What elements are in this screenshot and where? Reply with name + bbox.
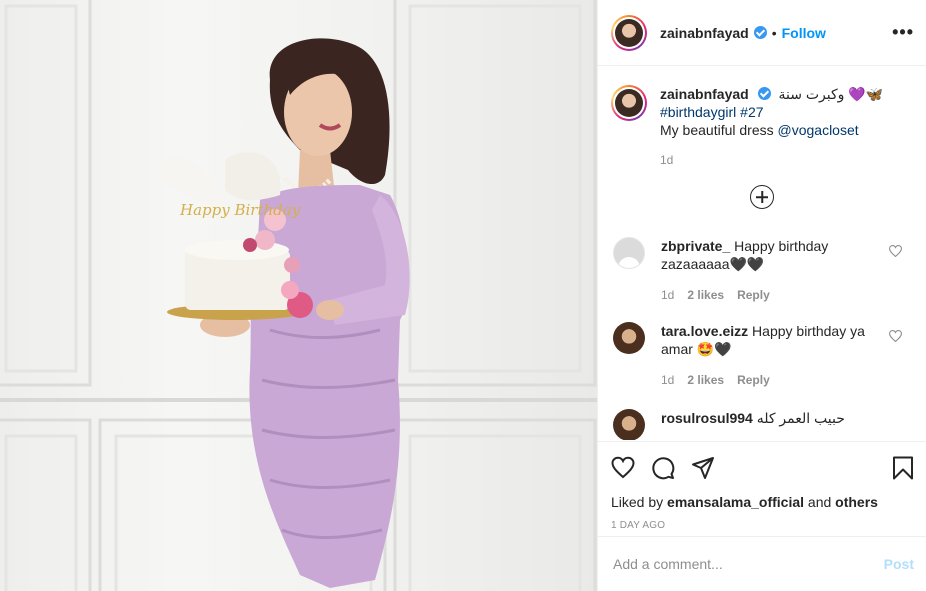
cake-topper-text: Happy Birthday bbox=[179, 201, 301, 219]
caption-arabic: وكبرت سنة bbox=[778, 86, 845, 102]
comment-item: zbprivate_ Happy birthday zazaaaaaa🖤🖤 1d… bbox=[598, 237, 926, 304]
comment-likes[interactable]: 2 likes bbox=[687, 288, 724, 302]
comment-item: rosulrosul994 حبيب العمر كله bbox=[598, 409, 926, 440]
verified-icon bbox=[753, 26, 767, 39]
author-avatar[interactable] bbox=[611, 14, 647, 51]
caption-mention[interactable]: @vogacloset bbox=[778, 122, 859, 138]
add-comment-bar: Add a comment... Post bbox=[598, 536, 926, 591]
caption-username[interactable]: zainabnfayad bbox=[660, 86, 749, 102]
caption-time[interactable]: 1d bbox=[660, 151, 883, 169]
reply-button[interactable]: Reply bbox=[737, 288, 770, 302]
author-username[interactable]: zainabnfayad bbox=[660, 25, 749, 41]
liked-by-prefix: Liked by bbox=[611, 494, 668, 510]
post-comment-button[interactable]: Post bbox=[884, 556, 914, 572]
photo-avatar[interactable] bbox=[613, 409, 645, 440]
load-more-comments-icon[interactable] bbox=[750, 185, 774, 209]
comment-time[interactable]: 1d bbox=[661, 288, 674, 302]
post-header: zainabnfayad • Follow ••• bbox=[598, 0, 926, 66]
comment-username[interactable]: rosulrosul994 bbox=[661, 410, 753, 426]
like-comment-heart-icon[interactable] bbox=[889, 330, 902, 342]
post-actions: Liked by emansalama_official and others … bbox=[598, 441, 926, 535]
photo-avatar[interactable] bbox=[613, 322, 645, 354]
share-send-icon[interactable] bbox=[691, 456, 715, 480]
more-options-icon[interactable]: ••• bbox=[892, 22, 914, 43]
caption-avatar[interactable] bbox=[611, 85, 647, 121]
caption-dress-text: My beautiful dress bbox=[660, 122, 778, 138]
like-heart-icon[interactable] bbox=[611, 456, 635, 480]
comment-username[interactable]: tara.love.eizz bbox=[661, 323, 748, 339]
liked-by-user[interactable]: emansalama_official bbox=[667, 494, 804, 510]
comment-text: حبيب العمر كله bbox=[756, 410, 845, 426]
liked-by-text: Liked by emansalama_official and others bbox=[611, 494, 914, 510]
post-side-panel: zainabnfayad • Follow ••• zainabnfayad و… bbox=[597, 0, 926, 591]
comments-scroll-area[interactable]: zainabnfayad وكبرت سنة 💜🦋 #birthdaygirl … bbox=[598, 67, 926, 440]
caption-hashtags[interactable]: #birthdaygirl #27 bbox=[660, 104, 764, 120]
follow-button[interactable]: Follow bbox=[782, 25, 826, 41]
add-comment-input[interactable]: Add a comment... bbox=[613, 556, 723, 572]
caption-emojis: 💜🦋 bbox=[848, 86, 884, 102]
like-comment-heart-icon[interactable] bbox=[889, 245, 902, 257]
comment-time[interactable]: 1d bbox=[661, 373, 674, 387]
liked-by-and: and bbox=[804, 494, 836, 510]
post-photo[interactable]: Happy Birthday bbox=[0, 0, 597, 591]
reply-button[interactable]: Reply bbox=[737, 373, 770, 387]
comment-username[interactable]: zbprivate_ bbox=[661, 238, 730, 254]
separator-dot: • bbox=[771, 24, 777, 41]
post-caption: zainabnfayad وكبرت سنة 💜🦋 #birthdaygirl … bbox=[598, 67, 926, 169]
default-avatar[interactable] bbox=[613, 237, 645, 269]
photo-illustration: Happy Birthday bbox=[0, 0, 597, 591]
bookmark-icon[interactable] bbox=[892, 456, 914, 480]
instagram-post: Happy Birthday zainabnfayad • Follow •••… bbox=[0, 0, 926, 591]
liked-by-others[interactable]: others bbox=[835, 494, 878, 510]
post-timestamp[interactable]: 1 DAY AGO bbox=[611, 520, 914, 531]
verified-icon bbox=[757, 87, 771, 100]
comment-item: tara.love.eizz Happy birthday ya amar 🤩🖤… bbox=[598, 322, 926, 389]
comment-likes[interactable]: 2 likes bbox=[687, 373, 724, 387]
comment-bubble-icon[interactable] bbox=[651, 456, 675, 480]
